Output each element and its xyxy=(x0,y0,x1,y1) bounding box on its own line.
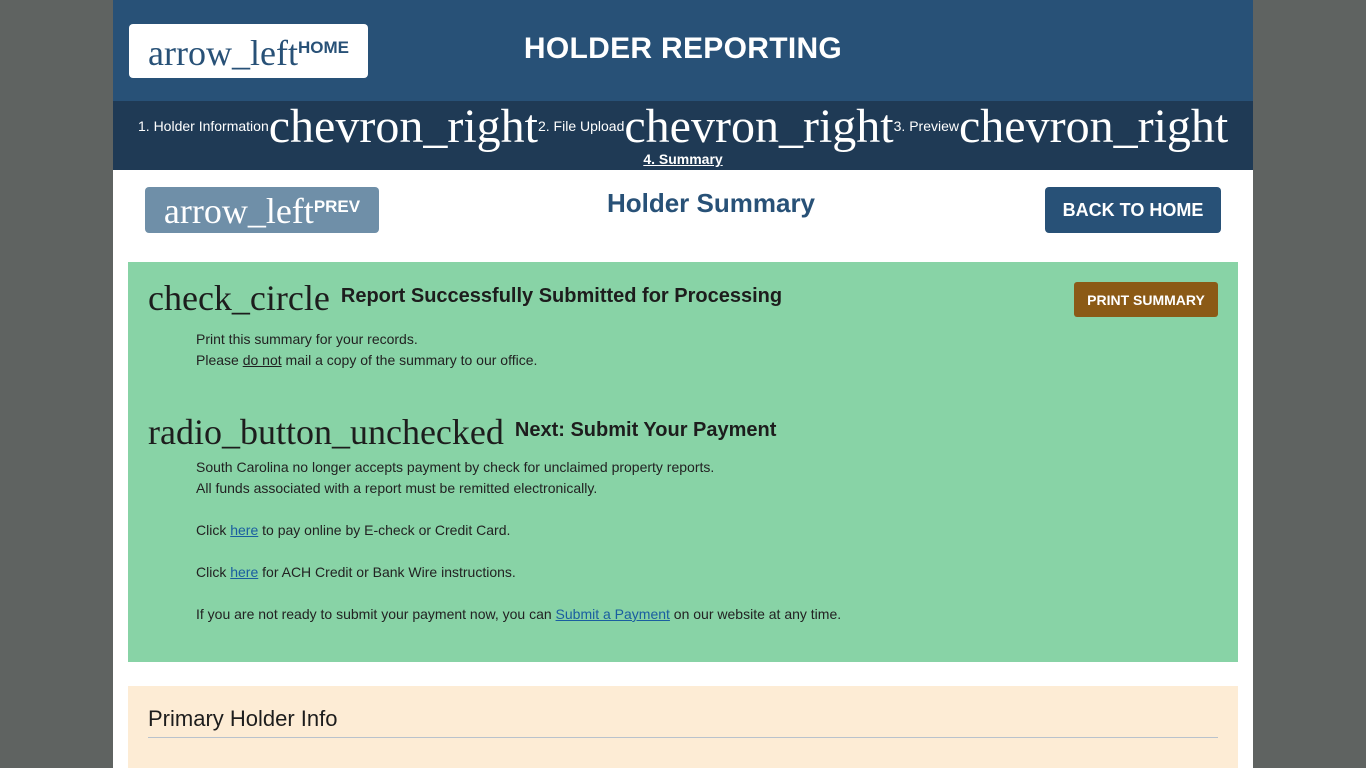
success-line-2-pre: Please xyxy=(196,352,243,368)
radio-button-unchecked-icon: radio_button_unchecked xyxy=(148,412,504,452)
submit-later-post: on our website at any time. xyxy=(669,606,842,622)
check-circle-icon: check_circle xyxy=(148,278,330,318)
ach-line: Click here for ACH Credit or Bank Wire i… xyxy=(196,562,841,583)
chevron-right-icon: chevron_right xyxy=(958,100,1229,153)
do-not-emphasis: do not xyxy=(242,352,282,368)
success-line-1: Print this summary for your records. xyxy=(196,331,418,347)
ach-pre: Click xyxy=(196,564,231,580)
success-line-2-post: mail a copy of the summary to our office… xyxy=(281,352,538,368)
pay-online-pre: Click xyxy=(196,522,231,538)
back-to-home-button[interactable]: BACK TO HOME xyxy=(1045,187,1221,233)
payment-line-2: All funds associated with a report must … xyxy=(196,480,598,496)
steps-row: 1. Holder Information chevron_right 2. F… xyxy=(138,101,1228,151)
app-header: arrow_left HOME HOLDER REPORTING xyxy=(113,0,1253,101)
success-heading-row: check_circle Report Successfully Submitt… xyxy=(148,280,782,316)
success-line-2: Please do not mail a copy of the summary… xyxy=(196,350,537,371)
payment-line-1: South Carolina no longer accepts payment… xyxy=(196,459,715,475)
chevron-right-icon: chevron_right xyxy=(268,100,538,153)
step-preview: 3. Preview xyxy=(893,118,959,134)
submit-later-pre: If you are not ready to submit your paym… xyxy=(196,606,556,622)
payment-heading: Next: Submit Your Payment xyxy=(514,418,777,441)
step-summary-current: 4. Summary xyxy=(643,151,723,167)
submit-a-payment-link[interactable]: Submit a Payment xyxy=(556,606,670,622)
payment-heading-row: radio_button_unchecked Next: Submit Your… xyxy=(148,414,776,450)
submit-later-line: If you are not ready to submit your paym… xyxy=(196,604,841,625)
section-divider xyxy=(148,737,1218,738)
payment-message: South Carolina no longer accepts payment… xyxy=(196,457,841,625)
step-file-upload: 2. File Upload xyxy=(537,118,625,134)
chevron-right-icon: chevron_right xyxy=(624,100,894,153)
ach-post: for ACH Credit or Bank Wire instructions… xyxy=(258,564,516,580)
progress-steps: 1. Holder Information chevron_right 2. F… xyxy=(113,101,1253,170)
submission-status-panel: check_circle Report Successfully Submitt… xyxy=(128,262,1238,662)
print-summary-button[interactable]: PRINT SUMMARY xyxy=(1074,282,1218,317)
pay-online-post: to pay online by E-check or Credit Card. xyxy=(258,522,511,538)
pay-online-line: Click here to pay online by E-check or C… xyxy=(196,520,841,541)
primary-holder-info-panel: Primary Holder Info xyxy=(128,686,1238,768)
success-message: Print this summary for your records. Ple… xyxy=(196,329,537,371)
step-holder-information: 1. Holder Information xyxy=(138,118,269,134)
page-container: arrow_left HOME HOLDER REPORTING 1. Hold… xyxy=(113,0,1253,768)
app-title: HOLDER REPORTING xyxy=(523,32,843,65)
success-heading: Report Successfully Submitted for Proces… xyxy=(340,284,783,307)
primary-holder-info-title: Primary Holder Info xyxy=(148,706,338,731)
pay-online-link[interactable]: here xyxy=(230,522,258,538)
ach-instructions-link[interactable]: here xyxy=(230,564,258,580)
